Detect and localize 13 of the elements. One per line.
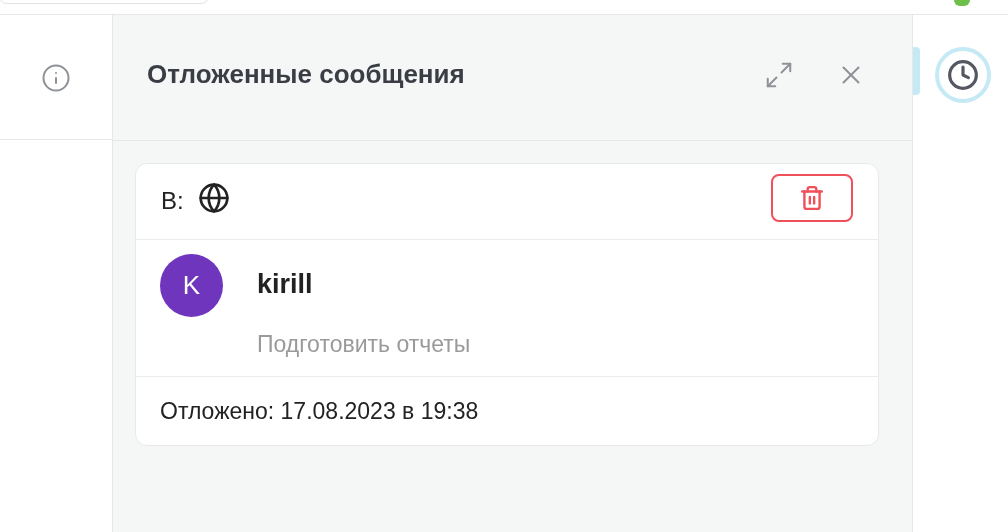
delete-button[interactable] (771, 174, 853, 222)
active-indicator (913, 47, 920, 95)
clock-button[interactable] (935, 47, 991, 103)
scheduled-time: Отложено: 17.08.2023 в 19:38 (160, 396, 479, 426)
globe-icon (197, 182, 230, 214)
author-name: kirill (257, 268, 314, 301)
panel-title: Отложенные сообщения (147, 58, 465, 91)
avatar: K (160, 254, 223, 317)
info-icon[interactable] (41, 63, 71, 93)
message-text: Подготовить отчеты (257, 329, 471, 359)
clock-icon (947, 59, 979, 91)
trash-icon (799, 185, 825, 211)
recipient-label: В: (161, 186, 184, 216)
